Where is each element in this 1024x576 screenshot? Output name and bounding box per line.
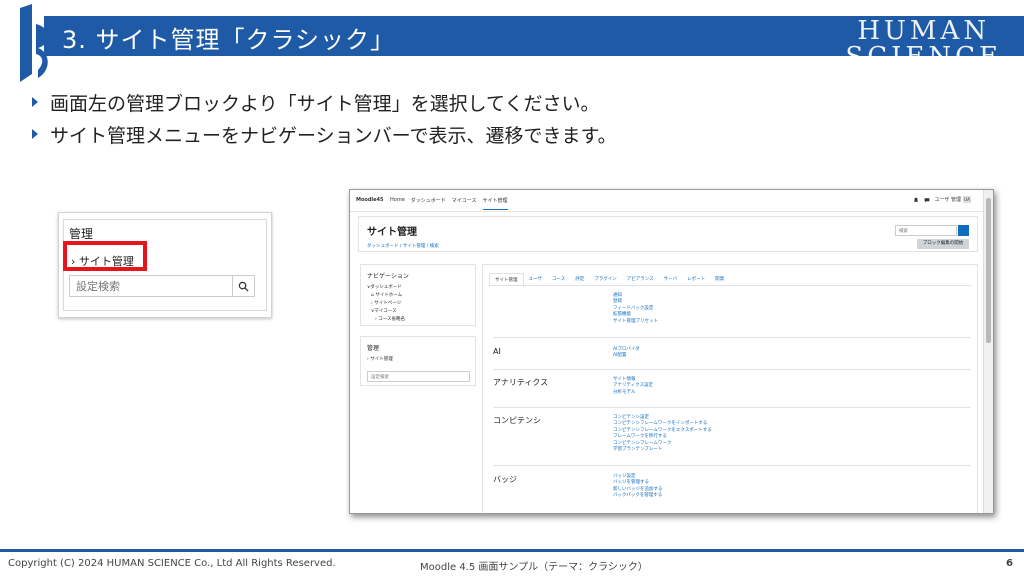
nav-dashboard[interactable]: ダッシュボード [411,197,446,210]
navigation-block: ナビゲーション ∨ダッシュボード ⌂ サイトホーム › サイトページ ∨マイコー… [360,264,476,326]
navigation-heading: ナビゲーション [367,273,409,280]
link[interactable]: コンピテンシフレームワークをインポートする [613,421,712,427]
moodle-screenshot: Moodle45 Home ダッシュボード マイコース サイト管理 ユーザ 管理… [349,189,994,514]
moodle-navbar: Moodle45 Home ダッシュボード マイコース サイト管理 ユーザ 管理… [350,190,993,212]
search-icon [238,281,249,292]
link[interactable]: AI配置 [613,353,640,359]
section-links: バッジ設定 バッジを管理する 新しいバッジを追加する バックパックを管理する [613,474,663,500]
admin-block-zoom: 管理 › サイト管理 [58,212,272,318]
page-number: 6 [1006,558,1013,569]
page-title: サイト管理 [367,227,417,238]
admin-block: 管理 › サイト管理 設定検索 [360,336,476,386]
section-links: 通知 登録 フィードバック設定 拡張機能 サイト管理プリセット [613,293,658,325]
section-heading: コンピテンシ [493,416,541,425]
section-heading: アナリティクス [493,378,549,387]
bullet-text: サイト管理メニューをナビゲーションバーで表示、遷移できます。 [50,124,617,147]
footer-copyright: Copyright (C) 2024 HUMAN SCIENCE Co., Lt… [8,558,336,569]
section-heading: AI [493,347,501,356]
nav-mycourses[interactable]: マイコース [452,197,477,210]
settings-search [69,275,255,297]
section-heading: バッジ [493,475,517,484]
tab-divider [489,285,971,286]
link[interactable]: 分析モデル [613,390,653,396]
section-links: サイト情報 アナリティクス設定 分析モデル [613,377,653,396]
nav-item-dashboard[interactable]: ∨ダッシュボード [367,284,402,290]
settings-search-input[interactable] [70,276,232,296]
admin-heading: 管理 [367,345,380,352]
site-admin-link[interactable]: › サイト管理 [71,253,134,269]
title-banner: 3. サイト管理「クラシック」 HUMAN SCIENCE [0,0,1024,82]
footer-caption: Moodle 4.5 画面サンプル（テーマ：クラシック） [420,562,648,573]
breadcrumb[interactable]: ダッシュボード / サイト管理 / 検索 [367,243,439,249]
brand-line-2: SCIENCE [845,42,1002,72]
admin-settings-search[interactable]: 設定検索 [367,371,470,382]
page-scrollbar[interactable] [983,190,993,513]
nav-item-sitehome[interactable]: ⌂ サイトホーム [371,292,402,298]
admin-search-button[interactable] [958,225,969,236]
footer-rule [0,549,1024,552]
bullet-item: サイト管理メニューをナビゲーションバーで表示、遷移できます。 [32,118,617,150]
brand-line-1: HUMAN [857,16,991,46]
bullet-arrow-icon [32,97,38,107]
admin-block-heading: 管理 [69,227,94,241]
admin-main-panel: サイト管理 ユーザ コース 評定 プラグイン アピアランス サーバ レポート 開… [482,264,978,513]
link[interactable]: サイト管理プリセット [613,319,658,325]
section-divider [493,369,971,370]
nav-item-mycourses[interactable]: ∨マイコース [371,308,397,314]
admin-search-input[interactable]: 検索 [895,225,957,236]
slide-title: 3. サイト管理「クラシック」 [62,26,396,54]
user-name: ユーザ 管理 [934,197,962,203]
scrollbar-thumb[interactable] [986,198,991,343]
section-links: AIプロバイダ AI配置 [613,347,640,360]
bullet-arrow-icon [32,129,38,139]
navbar-right: ユーザ 管理 UA [913,196,971,203]
bullet-text: 画面左の管理ブロックより「サイト管理」を選択してください。 [50,92,600,115]
bullet-item: 画面左の管理ブロックより「サイト管理」を選択してください。 [32,86,617,118]
link[interactable]: アナリティクス設定 [613,383,653,389]
section-divider [493,465,971,466]
bell-icon[interactable] [913,197,919,203]
search-button[interactable] [232,276,254,296]
section-links: コンピテンシ設定 コンピテンシフレームワークをインポートする コンピテンシフレー… [613,415,712,453]
block-edit-button[interactable]: ブロック編集の開始 [917,239,969,249]
moodle-nav-links: Home ダッシュボード マイコース サイト管理 [390,197,508,210]
link[interactable]: バックパックを管理する [613,493,663,499]
company-logo-icon [20,4,49,82]
nav-item-sitepages[interactable]: › サイトページ [371,300,401,306]
bullet-list: 画面左の管理ブロックより「サイト管理」を選択してください。 サイト管理メニューを… [32,86,617,150]
nav-home[interactable]: Home [390,197,405,210]
message-icon[interactable] [924,197,930,203]
admin-item-site-admin[interactable]: › サイト管理 [367,356,393,362]
avatar: UA [963,196,971,203]
section-divider [493,407,971,408]
page-header: サイト管理 ダッシュボード / サイト管理 / 検索 検索 ブロック編集の開始 [358,216,978,252]
brand-logo: HUMAN SCIENCE [845,18,1002,70]
moodle-brand[interactable]: Moodle45 [356,197,384,203]
section-divider [493,337,971,338]
user-menu[interactable]: ユーザ 管理 UA [934,196,971,203]
link[interactable]: 学習プランテンプレート [613,447,712,453]
nav-item-course[interactable]: › コース省略名 [375,316,405,322]
nav-site-admin[interactable]: サイト管理 [482,197,508,210]
